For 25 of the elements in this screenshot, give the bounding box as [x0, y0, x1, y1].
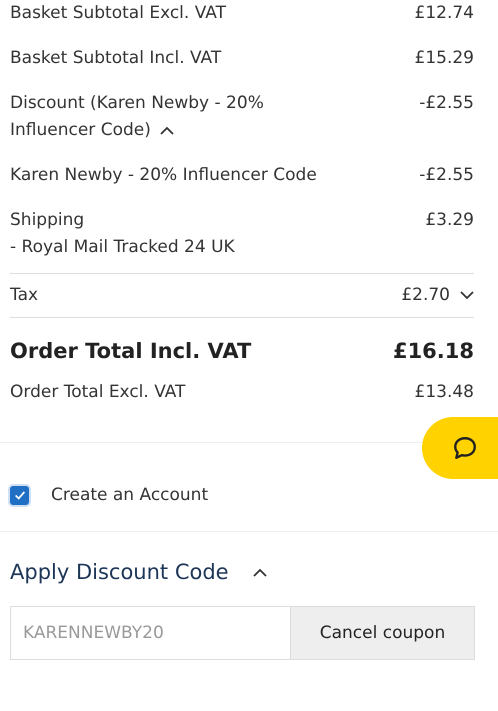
summary-value: £12.74: [414, 2, 474, 25]
summary-value: -£2.55: [419, 92, 474, 115]
summary-label: Shipping: [10, 209, 86, 232]
checkbox[interactable]: [10, 486, 29, 504]
section-title: Apply Discount Code: [10, 560, 229, 584]
shipping-method: - Royal Mail Tracked 24 UK: [10, 236, 235, 259]
order-total-value: £13.48: [414, 381, 474, 404]
summary-label: Basket Subtotal Incl. VAT: [10, 47, 222, 70]
summary-value: £15.29: [414, 47, 474, 70]
tax-label: Tax: [10, 284, 38, 307]
summary-value: -£2.55: [419, 164, 474, 187]
summary-label: Karen Newby - 20% Influencer Code: [10, 164, 317, 187]
checkbox-label: Create an Account: [51, 485, 208, 505]
chat-icon: [452, 435, 478, 461]
tax-value: £2.70: [401, 282, 474, 309]
summary-label: Discount (Karen Newby - 20% Influencer Code): [10, 92, 265, 142]
summary-value: £3.29: [425, 209, 474, 232]
order-total-value: £16.18: [392, 338, 474, 365]
order-total-label: Order Total Incl. VAT: [10, 338, 252, 365]
order-total-label: Order Total Excl. VAT: [10, 381, 186, 404]
cancel-coupon-button[interactable]: Cancel coupon: [290, 606, 475, 660]
summary-label: Basket Subtotal Excl. VAT: [10, 2, 226, 25]
caret-icon[interactable]: [160, 126, 174, 135]
caret-icon[interactable]: [252, 568, 267, 576]
caret-icon[interactable]: [460, 291, 474, 300]
